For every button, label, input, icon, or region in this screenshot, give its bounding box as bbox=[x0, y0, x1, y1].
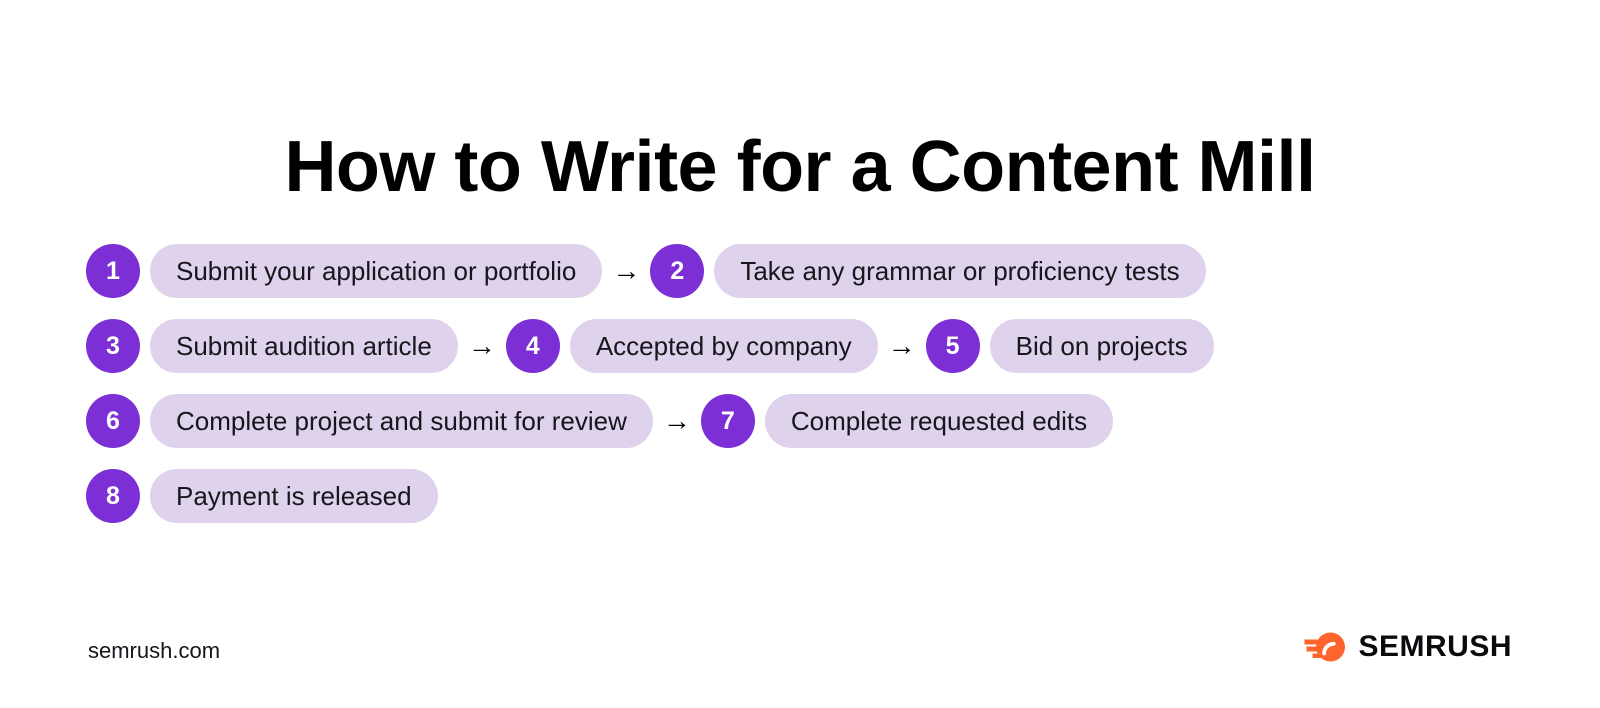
semrush-logo: SEMRUSH bbox=[1304, 630, 1512, 664]
process-step[interactable]: 7 Complete requested edits bbox=[700, 394, 1114, 448]
step-label-pill: Complete requested edits bbox=[764, 394, 1114, 448]
flow-arrow-icon: → bbox=[887, 330, 916, 361]
process-row: 6 Complete project and submit for review →… bbox=[86, 393, 1526, 449]
process-step[interactable]: 1 Submit your application or portfolio bbox=[86, 244, 603, 298]
semrush-wordmark: SEMRUSH bbox=[1358, 630, 1512, 663]
process-row: 1 Submit your application or portfolio → 2 T… bbox=[86, 243, 1526, 299]
step-number-badge: 7 bbox=[700, 394, 755, 448]
process-step[interactable]: 8 Payment is released bbox=[86, 469, 438, 523]
step-label-pill: Payment is released bbox=[150, 469, 438, 523]
step-number-badge: 4 bbox=[505, 319, 560, 373]
process-flow: 1 Submit your application or portfolio → 2 T… bbox=[86, 243, 1526, 543]
flow-arrow-icon: → bbox=[467, 330, 496, 361]
step-label-pill: Take any grammar or proficiency tests bbox=[714, 244, 1206, 298]
semrush-comet-icon bbox=[1304, 630, 1346, 664]
step-number-badge: 8 bbox=[86, 469, 140, 523]
step-number-badge: 6 bbox=[86, 394, 140, 448]
step-label-pill: Submit your application or portfolio bbox=[150, 244, 603, 298]
process-step[interactable]: 2 Take any grammar or proficiency tests bbox=[650, 244, 1206, 298]
process-row: 3 Submit audition article → 4 Accepted by co… bbox=[86, 318, 1526, 374]
flow-arrow-icon: → bbox=[612, 255, 641, 286]
step-label-pill: Accepted by company bbox=[569, 319, 878, 373]
step-number-badge: 5 bbox=[925, 319, 980, 373]
infographic-canvas: How to Write for a Content Mill 1 Submit … bbox=[0, 0, 1600, 708]
step-number-badge: 3 bbox=[86, 319, 140, 373]
step-number-badge: 2 bbox=[650, 244, 705, 298]
step-label-pill: Complete project and submit for review bbox=[150, 394, 653, 448]
page-title: How to Write for a Content Mill bbox=[284, 127, 1316, 208]
footer-url: semrush.com bbox=[88, 638, 221, 663]
process-step[interactable]: 5 Bid on projects bbox=[925, 319, 1214, 373]
process-row: 8 Payment is released bbox=[86, 468, 1526, 524]
process-step[interactable]: 6 Complete project and submit for review bbox=[86, 394, 653, 448]
step-number-badge: 1 bbox=[86, 244, 140, 298]
process-step[interactable]: 4 Accepted by company bbox=[505, 319, 878, 373]
process-step[interactable]: 3 Submit audition article bbox=[86, 319, 458, 373]
flow-arrow-icon: → bbox=[662, 405, 691, 436]
step-label-pill: Bid on projects bbox=[989, 319, 1214, 373]
step-label-pill: Submit audition article bbox=[150, 319, 458, 373]
